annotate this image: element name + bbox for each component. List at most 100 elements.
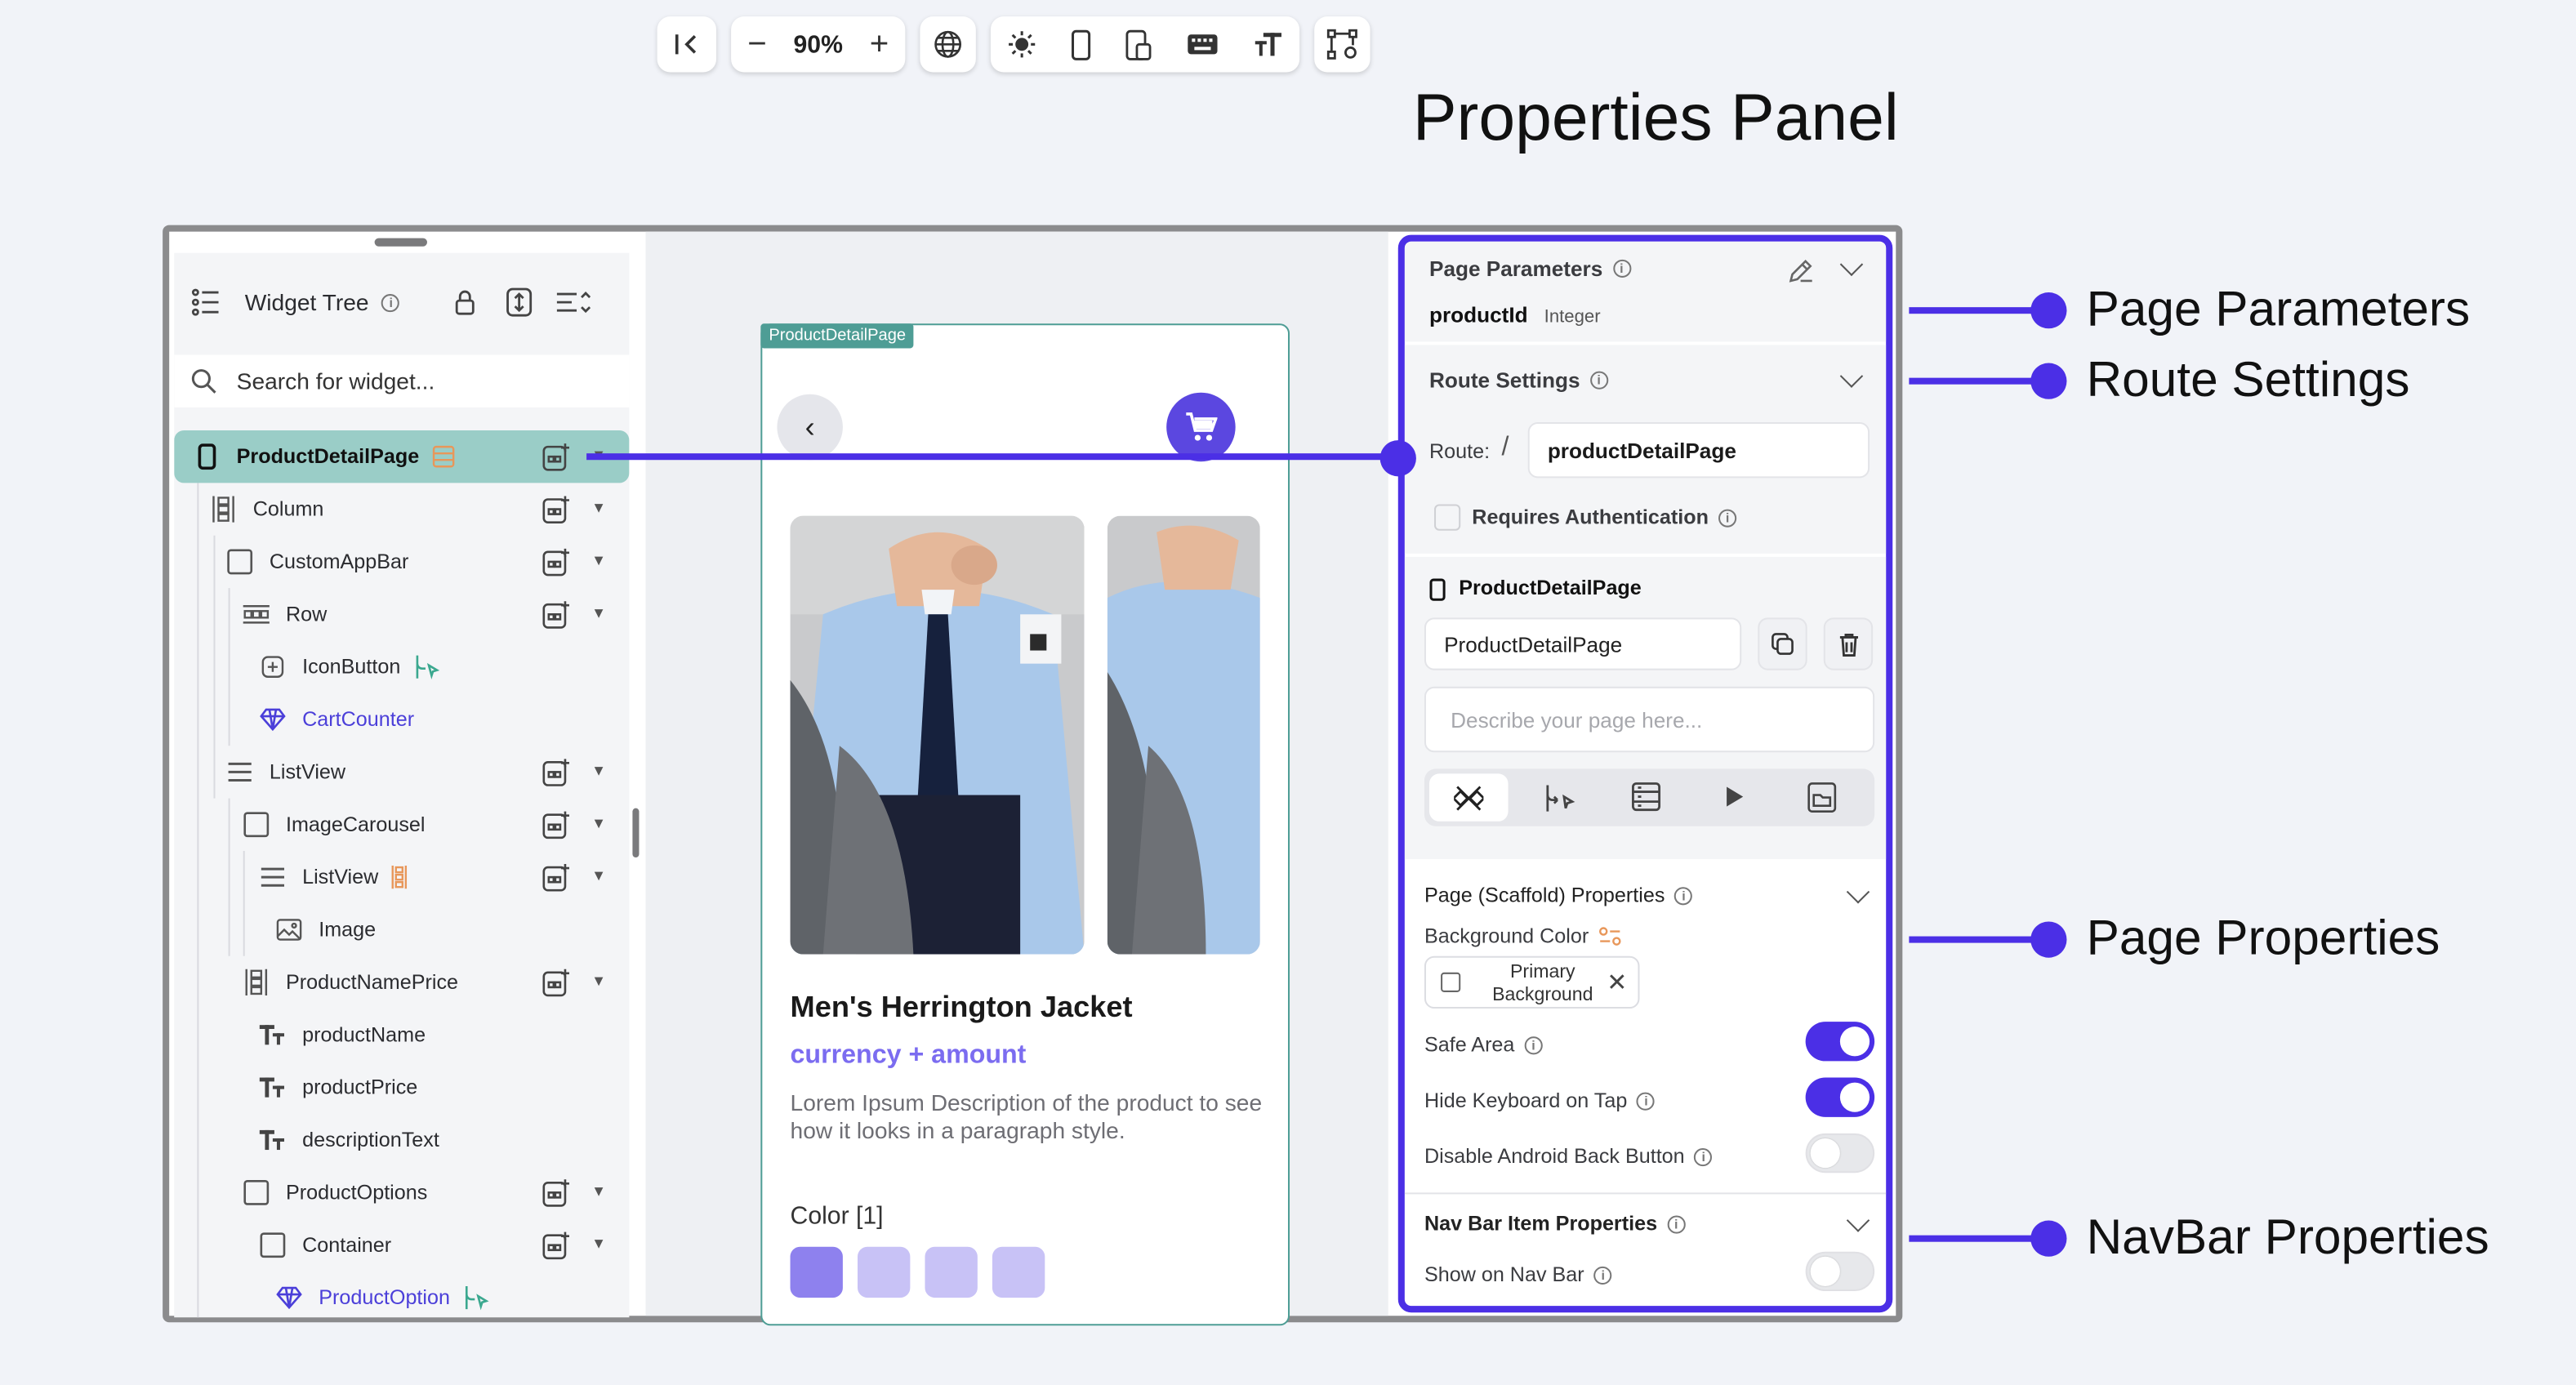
tree-row-productnameprice[interactable]: ProductNamePrice ▼ [174, 956, 629, 1009]
delete-page-button[interactable] [1823, 617, 1874, 670]
add-widget-icon[interactable] [542, 810, 572, 839]
chevron-down-icon[interactable] [1846, 880, 1870, 904]
page-name-input[interactable]: ProductDetailPage [1424, 617, 1742, 670]
drag-handle[interactable] [374, 238, 427, 247]
chevron-down-icon[interactable]: ▼ [591, 1182, 606, 1199]
disable-back-toggle[interactable] [1805, 1133, 1875, 1173]
add-widget-icon[interactable] [542, 862, 572, 892]
color-swatch[interactable] [858, 1246, 911, 1298]
tree-row-productprice[interactable]: productPrice [174, 1061, 629, 1113]
cart-button[interactable] [1166, 392, 1236, 462]
chevron-down-icon[interactable]: ▼ [591, 552, 606, 568]
tree-row-image[interactable]: Image [174, 903, 629, 955]
back-button[interactable]: ‹ [777, 394, 843, 461]
color-swatch[interactable] [992, 1246, 1045, 1298]
requires-auth-text: Requires Authentication [1472, 505, 1709, 529]
chevron-down-icon[interactable]: ▼ [591, 867, 606, 884]
globe-icon[interactable] [934, 29, 963, 59]
add-widget-icon[interactable] [542, 968, 572, 997]
info-icon[interactable]: i [1589, 371, 1608, 390]
tree-row-row[interactable]: Row ▼ [174, 588, 629, 640]
sort-options-icon[interactable] [556, 291, 592, 314]
lock-icon[interactable] [454, 289, 477, 315]
expand-collapse-icon[interactable] [507, 287, 533, 317]
tree-row-column[interactable]: Column ▼ [174, 483, 629, 535]
widget-search-bar[interactable]: Search for widget... [174, 354, 630, 407]
edit-icon[interactable] [1788, 258, 1814, 284]
tablet-icon[interactable] [1125, 29, 1152, 60]
page-tabs [1424, 768, 1875, 826]
info-icon[interactable]: i [1612, 259, 1631, 278]
chevron-down-icon[interactable]: ▼ [591, 815, 606, 831]
color-swatch[interactable] [925, 1246, 978, 1298]
chevron-down-icon[interactable]: ▼ [591, 1236, 606, 1252]
info-icon[interactable]: i [1524, 1035, 1543, 1054]
page-parameters-header[interactable]: Page Parameters i [1429, 256, 1631, 281]
add-widget-icon[interactable] [542, 442, 572, 471]
chevron-down-icon[interactable] [1846, 1209, 1870, 1232]
tree-row-customappbar[interactable]: CustomAppBar ▼ [174, 536, 629, 588]
duplicate-page-button[interactable] [1758, 617, 1807, 670]
tree-row-imagecarousel[interactable]: ImageCarousel ▼ [174, 799, 629, 851]
container-icon [224, 549, 256, 575]
play-icon[interactable] [1725, 785, 1745, 808]
info-icon[interactable]: i [1718, 508, 1737, 527]
add-widget-icon[interactable] [542, 547, 572, 577]
page-parameter-row[interactable]: productId Integer [1429, 302, 1601, 327]
add-widget-icon[interactable] [542, 599, 572, 629]
tree-row-iconbutton[interactable]: IconButton [174, 640, 629, 692]
tree-row-cartcounter[interactable]: CartCounter [174, 693, 629, 746]
info-icon[interactable]: i [1674, 886, 1693, 905]
keyboard-icon[interactable] [1186, 33, 1219, 56]
product-image [790, 515, 1085, 955]
backend-query-icon[interactable] [1631, 782, 1661, 812]
show-on-navbar-toggle[interactable] [1805, 1251, 1875, 1292]
callout-dot [2030, 921, 2067, 958]
info-icon[interactable]: i [1637, 1091, 1656, 1110]
background-color-chip[interactable]: Primary Background ✕ [1424, 955, 1640, 1009]
info-icon[interactable]: i [381, 293, 400, 312]
theme-color-icon[interactable] [1598, 926, 1621, 946]
add-widget-icon[interactable] [542, 757, 572, 786]
tree-row-productoptions[interactable]: ProductOptions ▼ [174, 1166, 629, 1218]
safe-area-toggle[interactable] [1805, 1022, 1875, 1062]
navbar-properties-header[interactable]: Nav Bar Item Properties i [1424, 1212, 1686, 1236]
add-widget-icon[interactable] [542, 1178, 572, 1207]
actions-icon[interactable] [1543, 782, 1575, 814]
tab-properties[interactable] [1429, 773, 1509, 822]
hide-keyboard-toggle[interactable] [1805, 1077, 1875, 1117]
zoom-out-icon[interactable]: − [747, 25, 767, 63]
layout-settings-icon[interactable] [1326, 28, 1358, 60]
tree-row-descriptiontext[interactable]: descriptionText [174, 1114, 629, 1166]
tree-row-productname[interactable]: productName [174, 1009, 629, 1061]
add-widget-icon[interactable] [542, 1231, 572, 1260]
collapse-panel-icon[interactable] [674, 31, 700, 57]
page-state-icon[interactable] [1807, 782, 1837, 813]
light-mode-icon[interactable] [1008, 29, 1037, 59]
info-icon[interactable]: i [1667, 1214, 1686, 1233]
tree-row-container[interactable]: Container ▼ [174, 1219, 629, 1271]
scaffold-properties-header[interactable]: Page (Scaffold) Properties i [1424, 884, 1693, 906]
route-input[interactable]: productDetailPage [1527, 421, 1870, 479]
route-settings-header[interactable]: Route Settings i [1429, 368, 1608, 393]
chevron-down-icon[interactable]: ▼ [591, 762, 606, 778]
chevron-down-icon[interactable]: ▼ [591, 499, 606, 515]
tree-row-productoption[interactable]: ProductOption [174, 1271, 629, 1317]
requires-auth-checkbox[interactable] [1434, 504, 1461, 531]
text-scale-icon[interactable] [1253, 31, 1282, 57]
add-widget-icon[interactable] [542, 494, 572, 523]
chevron-down-icon[interactable]: ▼ [591, 973, 606, 989]
color-swatch[interactable] [790, 1246, 843, 1298]
tree-row-listview[interactable]: ListView ▼ [174, 851, 629, 903]
info-icon[interactable]: i [1694, 1147, 1713, 1166]
chevron-down-icon[interactable]: ▼ [591, 604, 606, 621]
close-icon[interactable]: ✕ [1607, 968, 1627, 997]
page-description-input[interactable]: Describe your page here... [1424, 686, 1875, 753]
search-input[interactable]: Search for widget... [237, 368, 435, 394]
zoom-in-icon[interactable]: + [870, 25, 889, 63]
tree-row-productdetailpage[interactable]: ProductDetailPage▼ [174, 430, 630, 483]
phone-icon[interactable] [1072, 29, 1091, 60]
info-icon[interactable]: i [1593, 1265, 1612, 1284]
tree-row-listview[interactable]: ListView ▼ [174, 746, 629, 798]
tree-scrollbar[interactable] [632, 808, 640, 858]
